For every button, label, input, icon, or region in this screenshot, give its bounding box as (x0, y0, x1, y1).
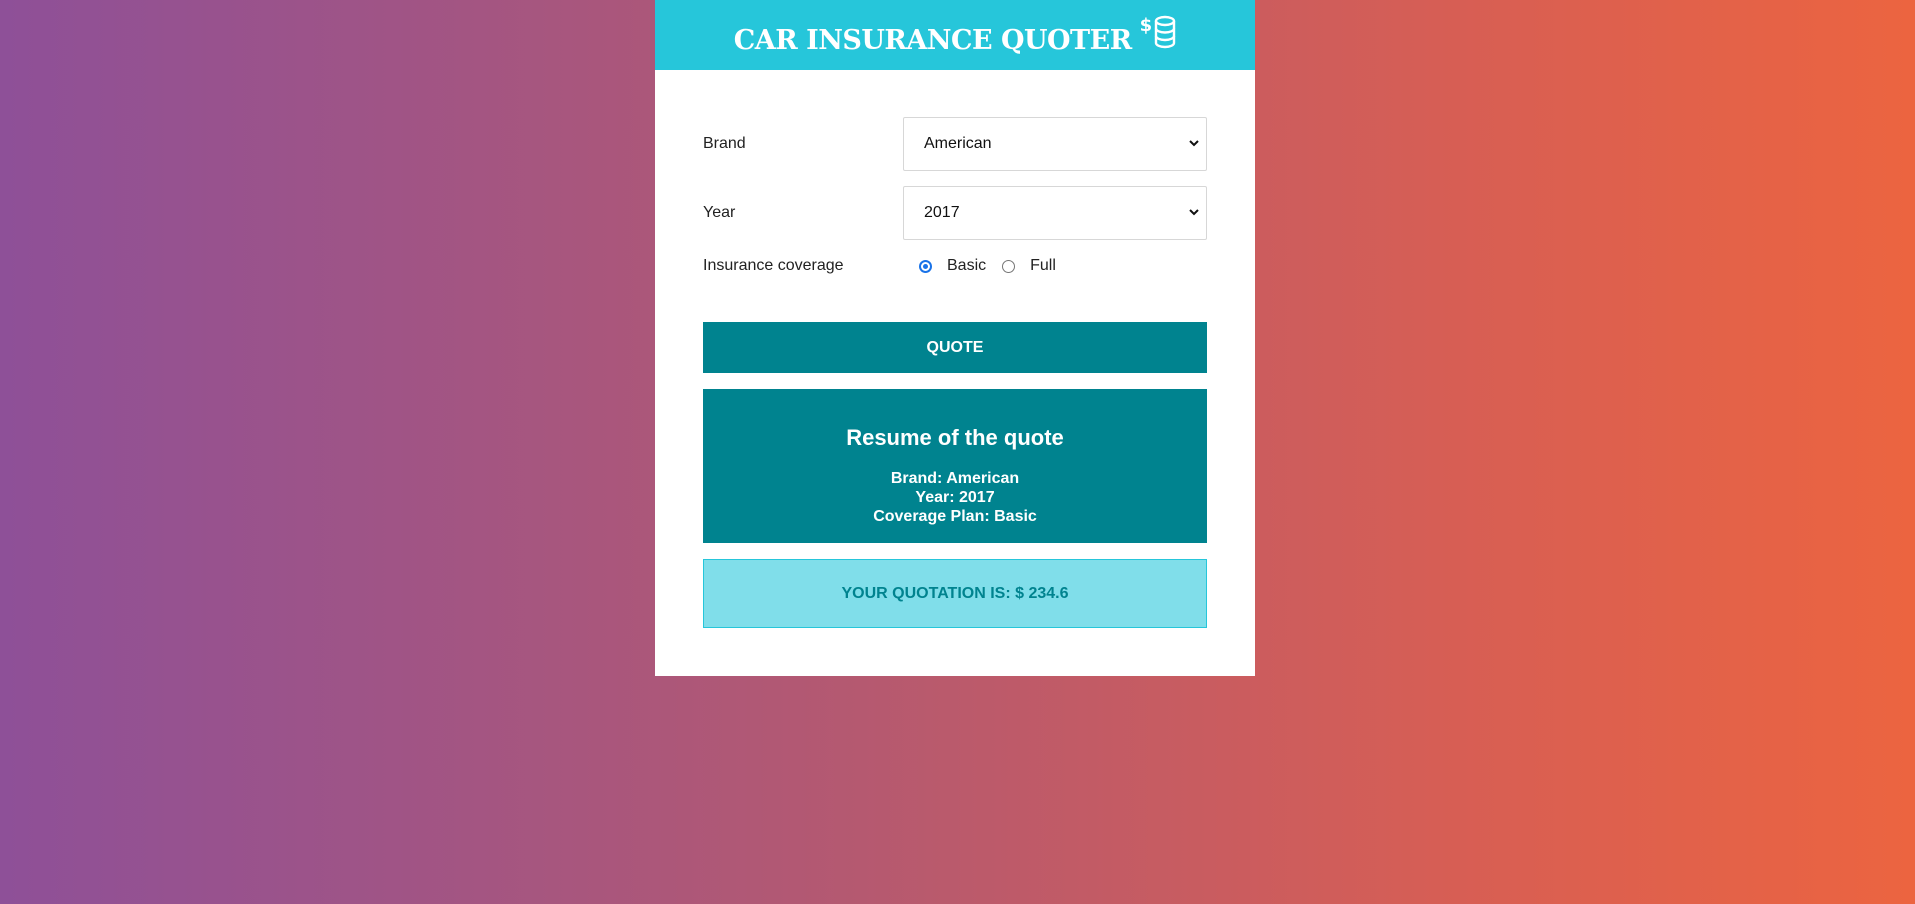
quotation-result: YOUR QUOTATION IS: $ 234.6 (703, 559, 1207, 628)
header: CAR INSURANCE QUOTER $ (655, 0, 1255, 70)
summary-brand: Brand: American (890, 470, 1020, 487)
summary-coverage: Coverage Plan: Basic (873, 508, 1037, 525)
year-row: Year 2017 (703, 186, 1207, 240)
quote-button[interactable]: QUOTE (703, 322, 1207, 373)
page-title: CAR INSURANCE QUOTER (733, 24, 1132, 56)
full-radio[interactable] (1002, 259, 1016, 273)
summary-year: Year: 2017 (915, 489, 995, 506)
year-label: Year (703, 204, 736, 221)
coverage-radio-group: Basic Full (903, 257, 1072, 275)
quote-summary: Resume of the quote Brand: American Year… (703, 389, 1207, 543)
quoter-card: CAR INSURANCE QUOTER $ Brand American Ye… (655, 0, 1255, 676)
basic-radio[interactable] (919, 259, 932, 273)
brand-select[interactable]: American (903, 117, 1207, 171)
brand-label: Brand (703, 135, 746, 152)
quote-form: Brand American Year 2017 Insurance cover… (703, 117, 1207, 278)
chevron-down-icon (1189, 209, 1199, 216)
coins-icon: $ (1140, 15, 1177, 49)
brand-select-value: American (924, 135, 992, 152)
brand-row: Brand American (703, 117, 1207, 171)
dollar-icon: $ (1139, 15, 1153, 36)
chevron-down-icon (1189, 140, 1199, 147)
summary-title: Resume of the quote (846, 425, 1064, 450)
coverage-row: Insurance coverage Basic Full (703, 254, 1207, 278)
coin-stack-icon (1155, 15, 1176, 49)
year-select-value: 2017 (924, 204, 960, 221)
basic-radio-label[interactable]: Basic (947, 257, 986, 275)
full-radio-label[interactable]: Full (1030, 257, 1056, 275)
coverage-label: Insurance coverage (703, 257, 844, 274)
year-select[interactable]: 2017 (903, 186, 1207, 240)
